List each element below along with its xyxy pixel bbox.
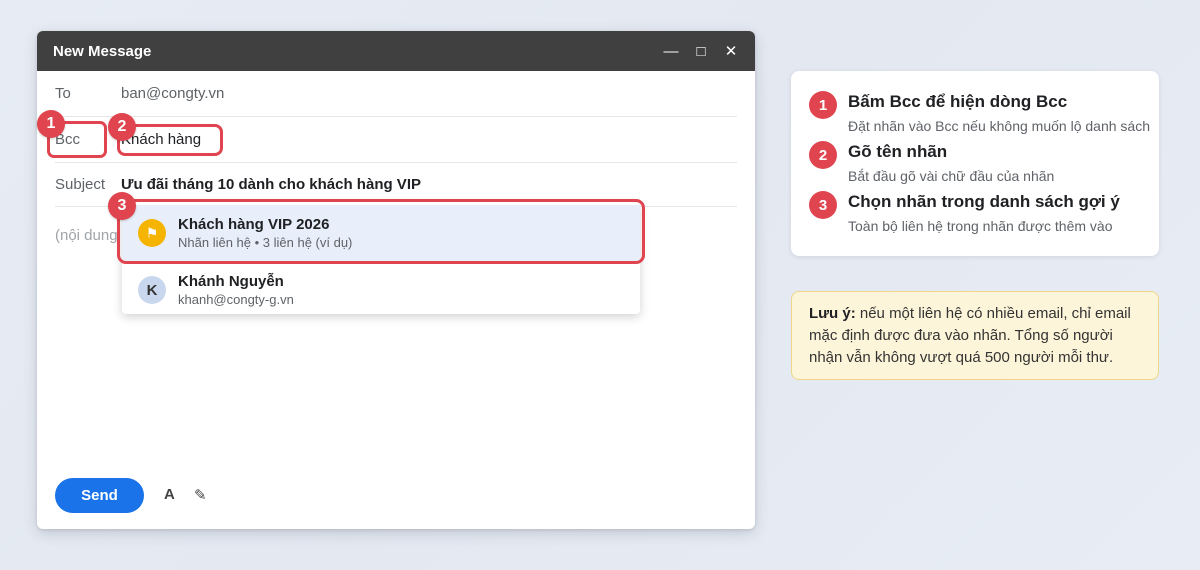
close-icon[interactable]: ✕ xyxy=(723,42,739,60)
signature-pen-icon[interactable]: ✎ xyxy=(194,486,207,504)
to-row: To ban@congty.vn xyxy=(55,71,737,117)
to-field[interactable]: ban@congty.vn xyxy=(121,85,224,102)
avatar: K xyxy=(138,276,166,304)
step-badge-1: 1 xyxy=(37,110,65,138)
step-title: Gõ tên nhãn xyxy=(848,142,948,161)
step-number: 3 xyxy=(809,191,837,219)
minimize-icon[interactable]: — xyxy=(663,43,679,60)
step-item: 2 Gõ tên nhãn Bắt đầu gõ vài chữ đầu của… xyxy=(809,141,1054,184)
note-text: nếu một liên hệ có nhiều email, chỉ emai… xyxy=(809,305,1131,366)
subject-label: Subject xyxy=(55,176,106,193)
step-description: Bắt đầu gõ vài chữ đầu của nhãn xyxy=(848,168,1055,184)
subject-field[interactable]: Ưu đãi tháng 10 dành cho khách hàng VIP xyxy=(121,176,421,193)
maximize-icon[interactable]: □ xyxy=(693,43,709,60)
step-description: Toàn bộ liên hệ trong nhãn được thêm vào xyxy=(848,218,1113,234)
message-body[interactable]: (nội dung xyxy=(55,227,118,244)
to-label: To xyxy=(55,85,71,102)
note-label: Lưu ý: xyxy=(809,305,856,322)
note-box: Lưu ý: nếu một liên hệ có nhiều email, c… xyxy=(791,291,1159,380)
step-item: 3 Chọn nhãn trong danh sách gợi ý Toàn b… xyxy=(809,191,1120,234)
step-number: 1 xyxy=(809,91,837,119)
compose-window: New Message — □ ✕ To ban@congty.vn Bcc K… xyxy=(37,31,755,529)
text-format-icon[interactable]: A xyxy=(164,486,175,503)
step-title: Bấm Bcc để hiện dòng Bcc xyxy=(848,92,1068,111)
step-badge-3: 3 xyxy=(108,192,136,220)
compose-title: New Message xyxy=(53,42,152,60)
window-controls: — □ ✕ xyxy=(663,42,739,61)
suggestion-item-contact[interactable]: K Khánh Nguyễn khanh@congty-g.vn xyxy=(122,262,640,318)
highlight-suggestion xyxy=(117,199,645,264)
send-button[interactable]: Send xyxy=(55,478,144,513)
suggestion-name: Khánh Nguyễn xyxy=(178,273,284,290)
steps-card: 1 Bấm Bcc để hiện dòng Bcc Đặt nhãn vào … xyxy=(791,71,1159,256)
step-title: Chọn nhãn trong danh sách gợi ý xyxy=(848,192,1120,211)
step-number: 2 xyxy=(809,141,837,169)
step-badge-2: 2 xyxy=(108,113,136,141)
step-item: 1 Bấm Bcc để hiện dòng Bcc Đặt nhãn vào … xyxy=(809,91,1150,134)
compose-titlebar: New Message — □ ✕ xyxy=(37,31,755,71)
step-description: Đặt nhãn vào Bcc nếu không muốn lộ danh … xyxy=(848,118,1150,134)
suggestion-sub: khanh@congty-g.vn xyxy=(178,292,294,307)
